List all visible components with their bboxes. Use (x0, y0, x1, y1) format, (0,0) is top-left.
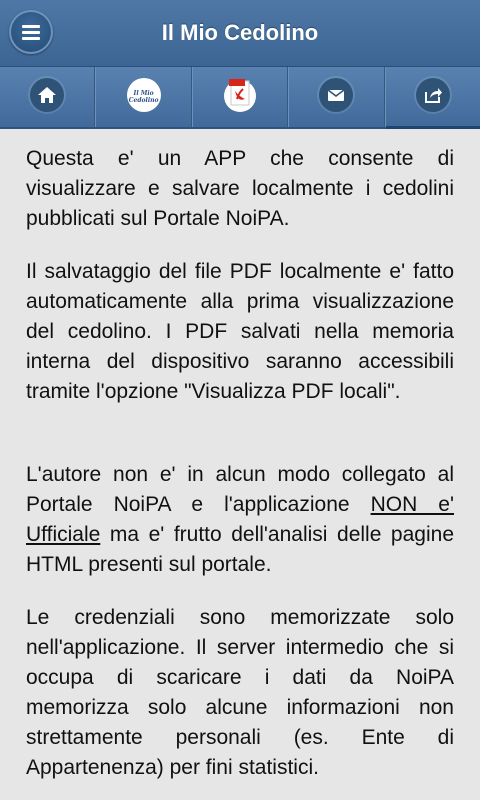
paragraph-credentials: Le credenziali sono memorizzate solo nel… (26, 606, 454, 779)
toolbar-home-button[interactable] (0, 67, 96, 127)
content-area: Questa e' un APP che consente di visuali… (0, 130, 480, 800)
toolbar-pdf-button[interactable] (191, 67, 289, 127)
page-title: Il Mio Cedolino (161, 20, 319, 45)
logo-text: Il Mio Cedolino (128, 90, 159, 104)
noipa-logo-icon: Il Mio Cedolino (126, 78, 161, 112)
share-icon (415, 78, 450, 112)
paragraph-disclaimer: L'autore non e' in alcun modo collegato … (26, 460, 454, 580)
app-header: Il Mio Cedolino (0, 0, 480, 67)
home-icon (30, 78, 65, 112)
toolbar-share-button[interactable] (384, 67, 480, 129)
paragraph-pdf-saving: Il salvataggio del file PDF localmente e… (26, 260, 454, 403)
toolbar: Il Mio Cedolino (0, 67, 480, 129)
toolbar-mail-button[interactable] (288, 67, 385, 127)
pdf-icon (223, 77, 257, 113)
mail-icon (319, 78, 354, 112)
toolbar-logo-button[interactable]: Il Mio Cedolino (95, 67, 192, 127)
paragraph-intro: Questa e' un APP che consente di visuali… (26, 147, 454, 230)
